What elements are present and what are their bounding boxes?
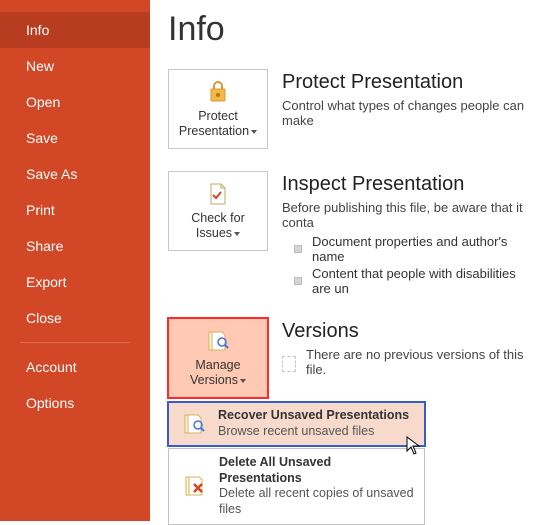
document-check-icon — [205, 181, 231, 207]
document-delete-icon — [179, 470, 211, 502]
sidebar-item-info[interactable]: Info — [0, 12, 150, 48]
menu-item-title: Delete All Unsaved Presentations — [219, 455, 414, 486]
section-title-protect: Protect Presentation — [282, 71, 534, 94]
bullet-icon — [294, 245, 302, 253]
tile-label: Versions — [190, 373, 238, 387]
chevron-down-icon — [251, 130, 257, 134]
tile-label: Check for — [191, 211, 245, 225]
bullet-row: Document properties and author's name — [294, 234, 534, 264]
section-desc-versions: There are no previous versions of this f… — [306, 347, 534, 377]
section-desc-protect: Control what types of changes people can… — [282, 98, 534, 128]
manage-versions-button[interactable]: Manage Versions — [168, 318, 268, 398]
section-desc-inspect: Before publishing this file, be aware th… — [282, 200, 534, 230]
sidebar-item-account[interactable]: Account — [0, 349, 150, 385]
sidebar-item-close[interactable]: Close — [0, 300, 150, 336]
document-icon — [282, 356, 296, 372]
chevron-down-icon — [240, 379, 246, 383]
section-title-inspect: Inspect Presentation — [282, 173, 534, 196]
lock-icon — [204, 79, 232, 105]
section-protect: Protect Presentation Protect Presentatio… — [168, 69, 534, 149]
protect-presentation-button[interactable]: Protect Presentation — [168, 69, 268, 149]
manage-versions-menu: Recover Unsaved Presentations Browse rec… — [168, 402, 425, 525]
menu-delete-unsaved[interactable]: Delete All Unsaved Presentations Delete … — [168, 448, 425, 525]
bullet-row: Content that people with disabilities ar… — [294, 266, 534, 296]
sidebar-item-open[interactable]: Open — [0, 84, 150, 120]
tile-label: Manage — [195, 358, 240, 372]
section-versions: Manage Versions Versions There are no pr… — [168, 318, 534, 398]
check-for-issues-button[interactable]: Check for Issues — [168, 171, 268, 251]
chevron-down-icon — [234, 232, 240, 236]
bullet-text: Document properties and author's name — [312, 234, 534, 264]
section-inspect: Check for Issues Inspect Presentation Be… — [168, 171, 534, 296]
section-title-versions: Versions — [282, 320, 534, 343]
sidebar-item-share[interactable]: Share — [0, 228, 150, 264]
sidebar-divider — [20, 342, 130, 343]
bullet-icon — [294, 277, 302, 285]
tile-label: Issues — [196, 226, 232, 240]
sidebar-item-print[interactable]: Print — [0, 192, 150, 228]
sidebar-item-export[interactable]: Export — [0, 264, 150, 300]
backstage-sidebar: Info New Open Save Save As Print Share E… — [0, 0, 150, 521]
menu-item-title: Recover Unsaved Presentations — [218, 408, 409, 424]
sidebar-item-save[interactable]: Save — [0, 120, 150, 156]
main-content: Info Protect Presentation Protect Presen… — [150, 0, 534, 521]
sidebar-item-options[interactable]: Options — [0, 385, 150, 421]
tile-label: Protect — [198, 109, 238, 123]
menu-item-subtitle: Browse recent unsaved files — [218, 424, 409, 440]
menu-item-subtitle: Delete all recent copies of unsaved file… — [219, 486, 414, 517]
sidebar-item-new[interactable]: New — [0, 48, 150, 84]
document-search-icon — [204, 328, 232, 354]
menu-recover-unsaved[interactable]: Recover Unsaved Presentations Browse rec… — [168, 402, 425, 446]
sidebar-item-save-as[interactable]: Save As — [0, 156, 150, 192]
tile-label: Presentation — [179, 124, 249, 138]
document-search-icon — [178, 408, 210, 440]
page-title: Info — [168, 10, 534, 49]
bullet-text: Content that people with disabilities ar… — [312, 266, 534, 296]
